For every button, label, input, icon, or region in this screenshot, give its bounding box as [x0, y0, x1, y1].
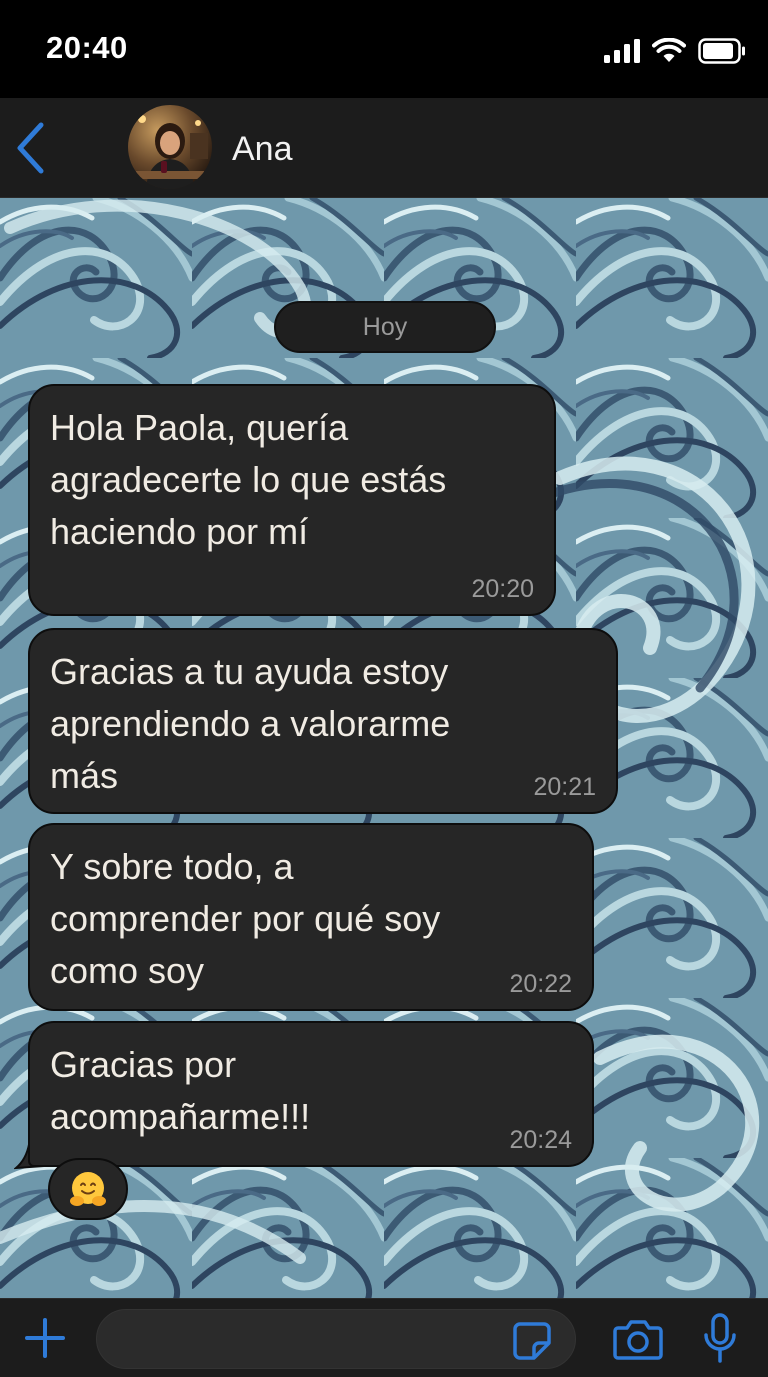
- microphone-icon: [704, 1313, 736, 1363]
- cellular-signal-icon: [604, 39, 640, 63]
- status-time: 20:40: [46, 30, 128, 65]
- message-bubble[interactable]: Gracias por acompañarme!!! 20:24: [28, 1021, 594, 1167]
- chat-header: Ana: [0, 98, 768, 198]
- status-icons: [604, 36, 746, 66]
- message-text: Gracias por acompañarme!!!: [50, 1044, 311, 1137]
- back-button[interactable]: [8, 116, 52, 180]
- plus-icon: [25, 1318, 65, 1358]
- contact-avatar[interactable]: [128, 105, 212, 189]
- message-time: 20:21: [533, 773, 596, 801]
- wifi-icon: [652, 38, 686, 62]
- chevron-left-icon: [17, 122, 44, 174]
- message-time: 20:22: [509, 970, 572, 998]
- message-text: Hola Paola, quería agradecerte lo que es…: [50, 407, 447, 552]
- camera-button[interactable]: [612, 1315, 664, 1363]
- battery-icon: [698, 38, 745, 64]
- sticker-icon: [513, 1322, 551, 1360]
- message-bubble[interactable]: Hola Paola, quería agradecerte lo que es…: [28, 384, 556, 616]
- message-time: 20:20: [471, 575, 534, 603]
- message-time: 20:24: [509, 1126, 572, 1154]
- chat-area[interactable]: Hoy Hola Paola, quería agradecerte lo qu…: [0, 198, 768, 1298]
- camera-icon: [613, 1320, 663, 1360]
- message-bubble[interactable]: Y sobre todo, a comprender por qué soy c…: [28, 823, 594, 1011]
- reaction-badge[interactable]: [48, 1158, 128, 1220]
- microphone-button[interactable]: [698, 1311, 742, 1367]
- sticker-button[interactable]: [508, 1317, 556, 1365]
- message-input[interactable]: [96, 1309, 576, 1369]
- input-bar: [0, 1298, 768, 1377]
- message-text: Gracias a tu ayuda estoy aprendiendo a v…: [50, 651, 451, 796]
- contact-name[interactable]: Ana: [232, 130, 293, 169]
- status-bar: 20:40: [0, 0, 768, 98]
- message-bubble[interactable]: Gracias a tu ayuda estoy aprendiendo a v…: [28, 628, 618, 814]
- hugging-face-emoji: [70, 1172, 106, 1206]
- attach-button[interactable]: [20, 1313, 70, 1363]
- message-text: Y sobre todo, a comprender por qué soy c…: [50, 846, 441, 991]
- date-separator: Hoy: [274, 301, 496, 353]
